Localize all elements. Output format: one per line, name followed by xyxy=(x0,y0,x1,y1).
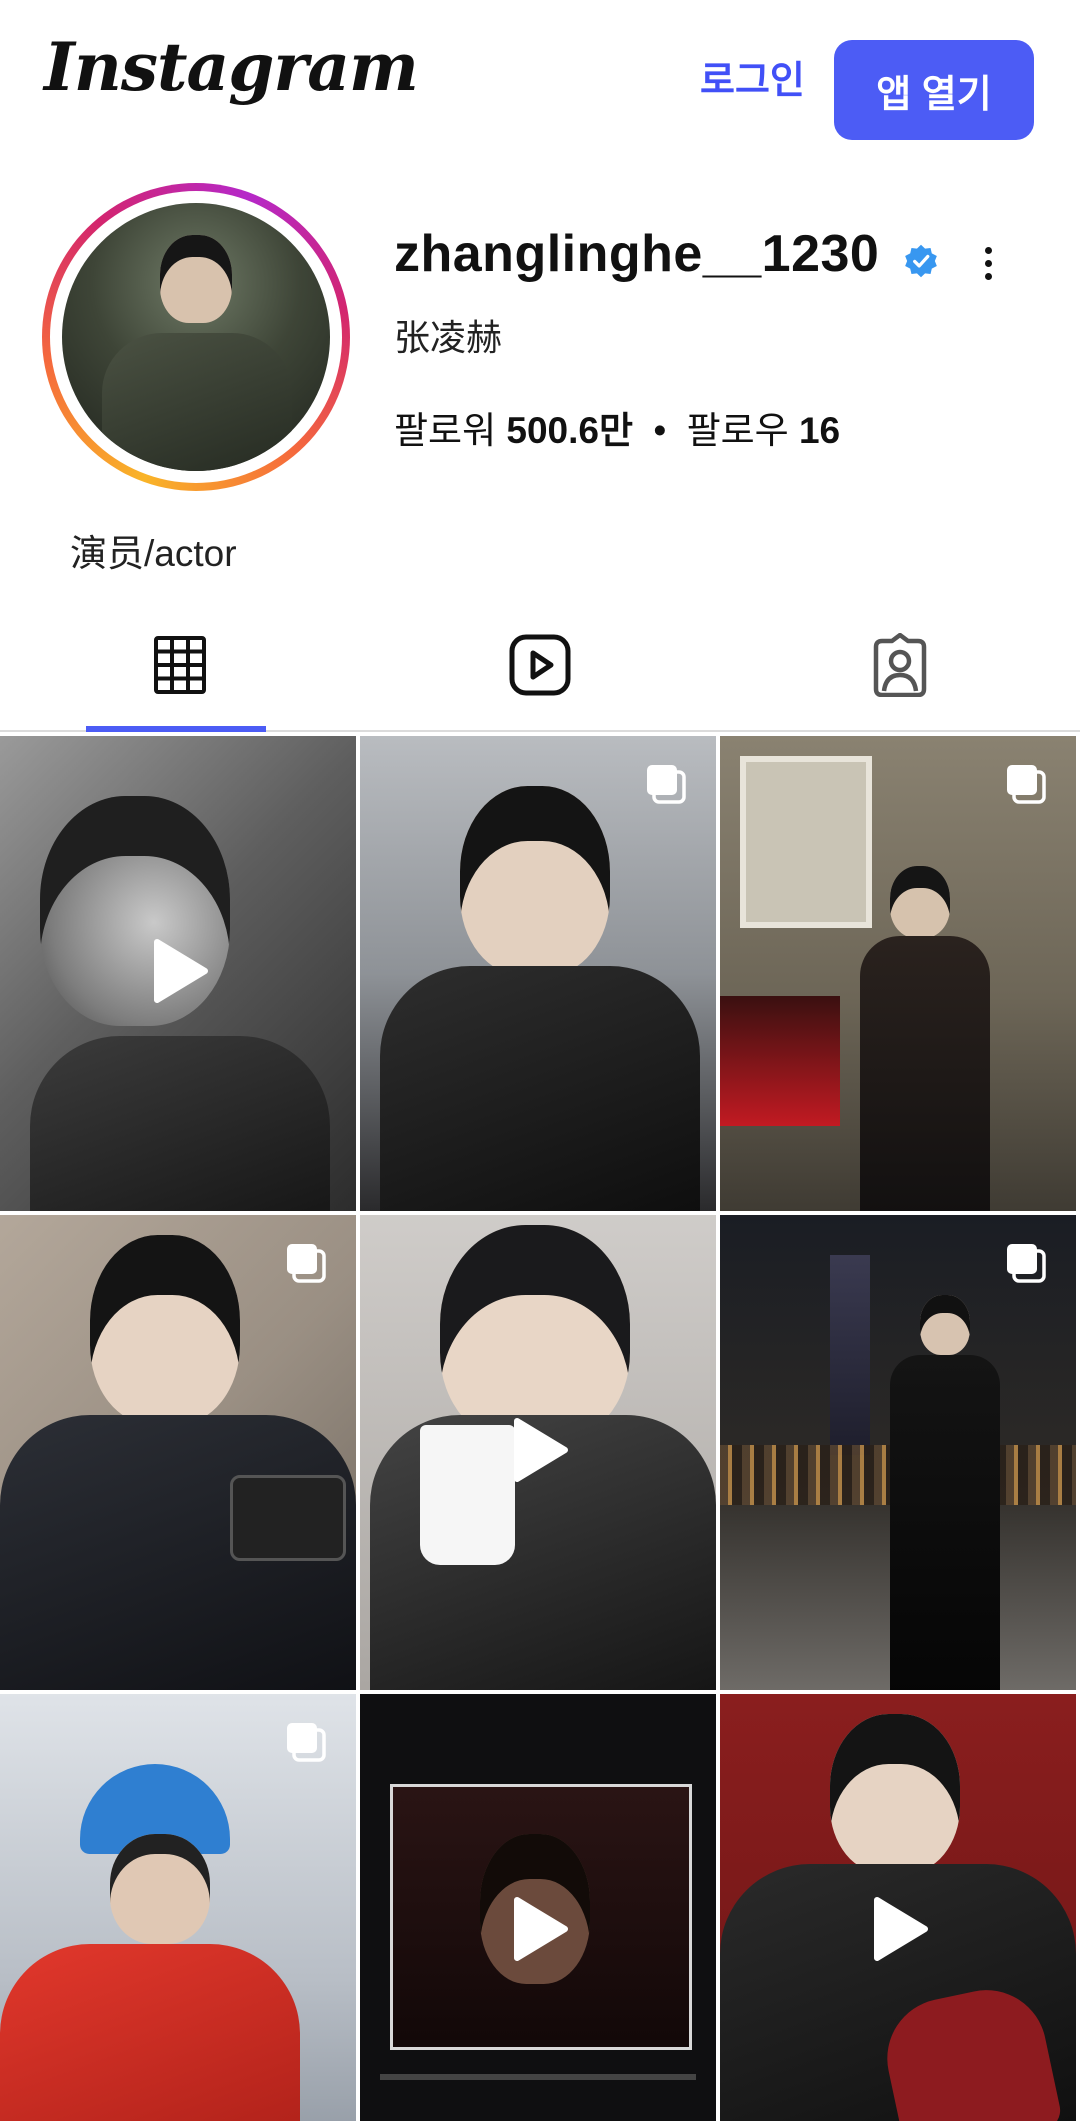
verified-badge-icon xyxy=(905,244,937,278)
active-tab-indicator xyxy=(86,726,266,732)
profile-username: zhanglinghe__1230 xyxy=(394,225,880,283)
tab-reels[interactable] xyxy=(360,600,720,730)
post-tile[interactable] xyxy=(0,736,356,1211)
profile-stats: 팔로워 500.6만 • 팔로우 16 xyxy=(394,412,840,449)
multiple-photos-icon xyxy=(1007,765,1046,804)
post-tile[interactable] xyxy=(720,1694,1076,2121)
profile-avatar[interactable] xyxy=(42,183,350,491)
top-bar: Instagram 로그인 앱 열기 xyxy=(0,0,1080,175)
play-icon xyxy=(514,1418,568,1482)
profile-full-name: 张凌赫 xyxy=(394,317,503,358)
post-tile[interactable] xyxy=(0,1694,356,2121)
following-count[interactable]: 16 xyxy=(799,410,840,451)
followers-count[interactable]: 500.6만 xyxy=(506,410,633,451)
following-label: 팔로우 xyxy=(686,410,789,451)
multiple-photos-icon xyxy=(1007,1244,1046,1283)
posts-grid xyxy=(0,736,1080,2121)
play-icon xyxy=(154,939,208,1003)
avatar-border xyxy=(50,191,342,483)
stats-separator: • xyxy=(653,410,667,451)
followers-label: 팔로워 xyxy=(394,410,497,451)
post-tile[interactable] xyxy=(0,1215,356,1690)
open-app-button[interactable]: 앱 열기 xyxy=(834,40,1034,140)
profile-bio: 演员/actor xyxy=(70,533,237,574)
post-tile[interactable] xyxy=(720,736,1076,1211)
post-tile[interactable] xyxy=(360,736,716,1211)
post-tile[interactable] xyxy=(360,1215,716,1690)
instagram-logo[interactable]: Instagram xyxy=(44,34,419,100)
multiple-photos-icon xyxy=(287,1244,326,1283)
grid-icon xyxy=(154,636,206,694)
tagged-icon xyxy=(873,633,927,697)
multiple-photos-icon xyxy=(647,765,686,804)
profile-tabs xyxy=(0,600,1080,732)
post-tile[interactable] xyxy=(720,1215,1076,1690)
post-tile[interactable] xyxy=(360,1694,716,2121)
login-link[interactable]: 로그인 xyxy=(700,62,805,100)
play-icon xyxy=(874,1897,928,1961)
reels-icon xyxy=(509,634,571,696)
avatar-photo xyxy=(62,203,330,471)
tab-posts[interactable] xyxy=(0,600,360,730)
play-icon xyxy=(514,1897,568,1961)
tab-tagged[interactable] xyxy=(720,600,1080,730)
multiple-photos-icon xyxy=(287,1723,326,1762)
more-options-icon[interactable] xyxy=(970,238,1006,288)
